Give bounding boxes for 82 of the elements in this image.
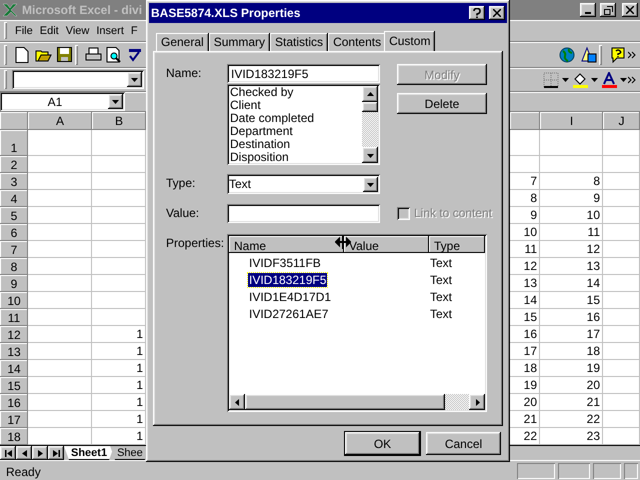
cell[interactable]: 14 [540, 275, 603, 292]
row-header[interactable]: 18 [0, 428, 28, 445]
cell[interactable]: 8 [540, 173, 603, 190]
column-header[interactable]: Value [344, 236, 429, 253]
name-label: Name: [166, 65, 202, 80]
cell[interactable]: 10 [540, 207, 603, 224]
checkbox-label: Link to content [414, 206, 492, 220]
row-header[interactable]: 16 [0, 394, 28, 411]
type-label: Type: [166, 175, 196, 190]
status-text: Ready [5, 464, 42, 479]
list-item[interactable]: Department [229, 125, 362, 138]
cell[interactable]: 18 [540, 343, 603, 360]
tab[interactable]: Contents [328, 33, 386, 51]
tab[interactable]: Statistics [270, 33, 328, 51]
name-field[interactable]: IVID183219F5 [227, 64, 380, 83]
menu-item[interactable]: F [128, 24, 141, 36]
row-header[interactable]: 4 [0, 190, 28, 207]
row-header[interactable]: 5 [0, 207, 28, 224]
tab[interactable]: Custom [384, 31, 436, 51]
value-label: Value: [166, 205, 200, 220]
name-list[interactable]: Checked by Client Date completed Department Destination Disposition [227, 84, 380, 165]
property-name[interactable]: IVID27261AE7 [248, 306, 330, 320]
column-header[interactable]: I [540, 112, 603, 130]
list-item[interactable]: Date completed [229, 112, 362, 125]
properties-list[interactable]: Name Value Type IVIDF3511FB Text IVID183219F5 Text IVID1E4D17D1 Text IVID27261AE7 Text [227, 234, 487, 412]
column-header[interactable]: J [603, 112, 640, 130]
row-header[interactable]: 17 [0, 411, 28, 428]
property-type: Text [430, 256, 454, 270]
cell[interactable]: 15 [540, 292, 603, 309]
row-header[interactable]: 6 [0, 224, 28, 241]
menu-item[interactable]: Insert [93, 24, 127, 36]
tab[interactable]: Summary [208, 33, 270, 51]
cell[interactable]: 22 [540, 411, 603, 428]
list-item[interactable]: Disposition [229, 151, 362, 164]
list-item[interactable]: Checked by [229, 86, 362, 99]
row-header[interactable]: 9 [0, 275, 28, 292]
row-header[interactable]: 3 [0, 173, 28, 190]
row-header[interactable]: 14 [0, 360, 28, 377]
row-header[interactable]: 12 [0, 326, 28, 343]
delete-button[interactable]: Delete [397, 93, 487, 114]
column-header[interactable]: Name [229, 236, 344, 253]
row-header[interactable]: 2 [0, 156, 28, 173]
dialog-title: BASE5874.XLS Properties [151, 6, 300, 20]
cell[interactable]: 9 [540, 190, 603, 207]
row-header[interactable]: 11 [0, 309, 28, 326]
property-type: Text [430, 272, 454, 286]
ok-button[interactable]: OK [345, 432, 420, 455]
row-header[interactable]: 8 [0, 258, 28, 275]
cancel-button[interactable]: Cancel [426, 432, 501, 455]
property-name[interactable]: IVIDF3511FB [248, 256, 322, 270]
cell[interactable]: 19 [540, 360, 603, 377]
row-header[interactable]: 15 [0, 377, 28, 394]
property-type: Text [430, 290, 454, 304]
list-item[interactable]: Destination [229, 138, 362, 151]
column-header[interactable]: Type [429, 236, 485, 253]
type-dropdown[interactable]: Text [227, 174, 380, 194]
cell[interactable]: 20 [540, 377, 603, 394]
cell[interactable]: 23 [540, 428, 603, 445]
row-header[interactable]: 13 [0, 343, 28, 360]
row-header[interactable]: 1 [0, 130, 28, 156]
cell[interactable]: 11 [540, 224, 603, 241]
menu-item[interactable]: File [12, 24, 36, 36]
column-header[interactable]: B [92, 112, 146, 130]
tab[interactable]: General [156, 33, 209, 51]
menu-item[interactable]: Edit [36, 24, 62, 36]
properties-label: Properties: [166, 235, 226, 250]
name-box[interactable]: A1 [0, 92, 125, 111]
cell[interactable]: 12 [540, 241, 603, 258]
cell[interactable]: 21 [540, 394, 603, 411]
menu-item[interactable]: View [62, 24, 92, 36]
column-header[interactable]: A [28, 112, 92, 130]
property-type: Text [430, 306, 454, 320]
row-header[interactable]: 7 [0, 241, 28, 258]
cell[interactable]: 16 [540, 309, 603, 326]
row-header[interactable]: 10 [0, 292, 28, 309]
list-item[interactable]: Client [229, 99, 362, 112]
cell[interactable]: 13 [540, 258, 603, 275]
property-name[interactable]: IVID183219F5 [248, 272, 328, 286]
window-title: Microsoft Excel - divi [22, 3, 142, 17]
property-name[interactable]: IVID1E4D17D1 [248, 290, 332, 304]
cell[interactable]: 17 [540, 326, 603, 343]
sheet-tab[interactable]: Sheet1 [64, 446, 114, 460]
